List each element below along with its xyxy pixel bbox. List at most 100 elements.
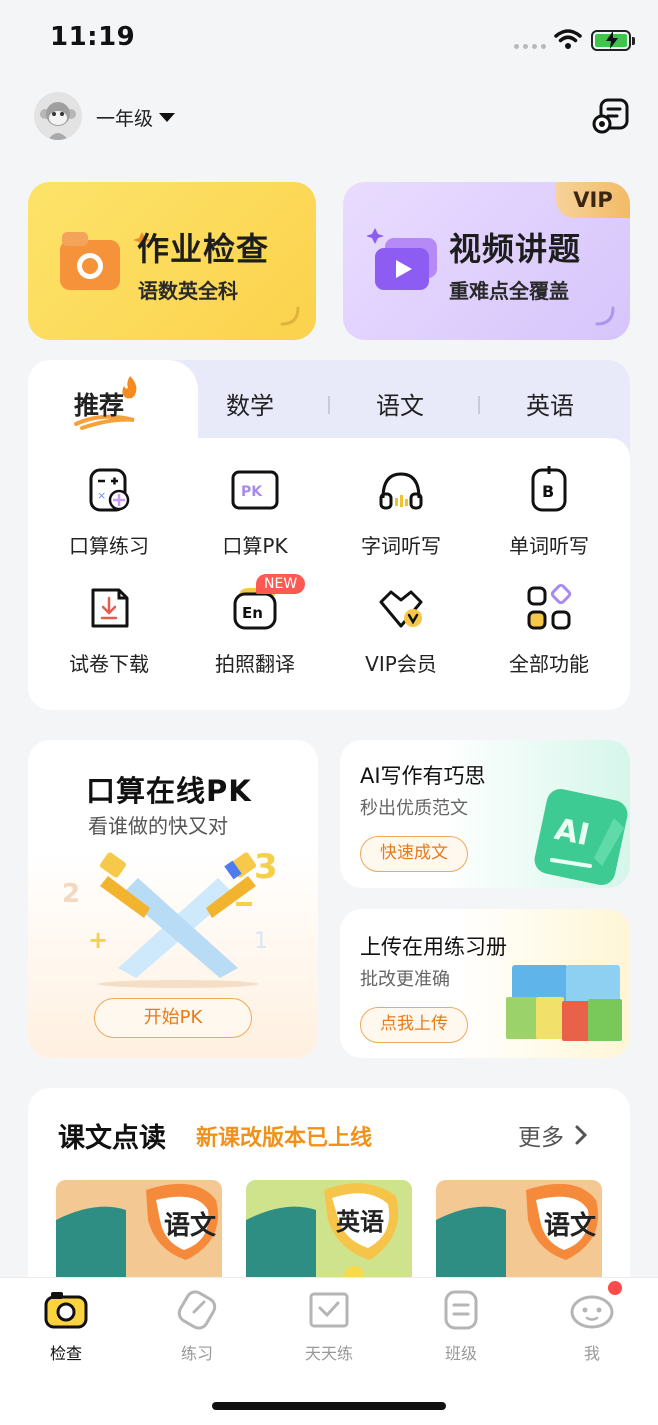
tab-recommend[interactable]: 推荐 xyxy=(74,386,124,422)
nav-class[interactable]: 班级 xyxy=(411,1290,511,1364)
corner-arc-icon xyxy=(595,306,615,326)
battery-icon xyxy=(591,30,631,51)
svg-text:英语: 英语 xyxy=(336,1207,384,1236)
textbook-cover-icon: 语文 xyxy=(56,1180,222,1290)
ai-art-text: AI xyxy=(551,812,592,853)
grid-item-photo-translate[interactable]: En 拍照翻译 xyxy=(180,582,330,677)
upload-card-subtitle: 批改更准确 xyxy=(360,969,450,990)
svg-text:En: En xyxy=(242,604,263,622)
upload-now-button[interactable]: 点我上传 xyxy=(360,1007,468,1043)
status-time: 11:19 xyxy=(50,22,136,52)
grid-item-label: 口算PK xyxy=(222,534,288,558)
tab-divider xyxy=(478,396,480,414)
grid-item-label: 拍照翻译 xyxy=(215,652,295,676)
vip-crown-icon xyxy=(379,590,423,628)
quick-write-button[interactable]: 快速成文 xyxy=(360,836,468,872)
nav-label: 检查 xyxy=(49,1344,82,1363)
grid-item-label: 字词听写 xyxy=(361,534,441,558)
corner-arc-icon xyxy=(280,306,300,326)
download-paper-icon xyxy=(91,588,129,628)
nav-practice[interactable]: 练习 xyxy=(147,1290,247,1364)
tab-chinese[interactable]: 语文 xyxy=(376,386,424,421)
battery-cap xyxy=(632,37,635,45)
class-list-icon xyxy=(444,1290,478,1330)
grid-item-mental-math[interactable]: × 口算练习 xyxy=(34,464,184,559)
vip-badge: VIP xyxy=(556,182,630,218)
pk-icon: PK xyxy=(231,470,279,510)
avatar[interactable] xyxy=(34,92,82,140)
notification-dot xyxy=(608,1281,622,1295)
ai-card-subtitle: 秒出优质范文 xyxy=(360,798,468,819)
tab-math[interactable]: 数学 xyxy=(226,386,274,421)
nav-label: 天天练 xyxy=(304,1344,353,1363)
svg-text:PK: PK xyxy=(241,484,263,500)
grid-item-english-dictation[interactable]: B 单词听写 xyxy=(474,464,624,559)
start-pk-button[interactable]: 开始PK xyxy=(94,998,252,1038)
grade-selector[interactable]: 一年级 xyxy=(96,104,176,131)
scan-records-icon[interactable] xyxy=(591,96,631,136)
ai-card-title: AI写作有巧思 xyxy=(360,764,486,788)
caret-down-icon xyxy=(159,113,176,122)
nav-label: 练习 xyxy=(180,1344,213,1363)
textbook-cover-icon: 英语 xyxy=(246,1180,412,1290)
video-explain-subtitle: 重难点全覆盖 xyxy=(449,279,569,303)
svg-text:语文: 语文 xyxy=(544,1210,597,1241)
upload-card-title: 上传在用练习册 xyxy=(360,935,507,959)
headphones-icon xyxy=(379,472,423,510)
video-explain-card[interactable]: VIP 视频讲题 重难点全覆盖 xyxy=(343,182,630,340)
practice-pen-icon xyxy=(177,1290,217,1330)
ai-writing-card[interactable]: AI写作有巧思 秒出优质范文 快速成文 AI xyxy=(340,740,630,888)
nav-label: 班级 xyxy=(444,1344,477,1363)
grid-item-all-features[interactable]: 全部功能 xyxy=(474,582,624,677)
workbook-stack-icon xyxy=(506,965,622,1041)
reading-more-link[interactable]: 更多 xyxy=(518,1118,588,1152)
mental-math-pk-card[interactable]: 口算在线PK 看谁做的快又对 2 3 + 1 开始PK xyxy=(28,740,318,1058)
pk-card-title: 口算在线PK xyxy=(86,774,252,808)
homework-check-card[interactable]: 作业检查 语数英全科 xyxy=(28,182,316,340)
video-play-icon xyxy=(367,228,437,290)
pk-card-subtitle: 看谁做的快又对 xyxy=(88,814,228,838)
reading-title: 课文点读 xyxy=(58,1123,166,1154)
nav-label: 我 xyxy=(583,1344,600,1363)
grid-item-label: VIP会员 xyxy=(365,652,437,676)
grid-item-vip-member[interactable]: VIP会员 xyxy=(326,582,476,677)
nav-me[interactable]: 我 xyxy=(542,1290,642,1364)
nav-check[interactable]: 检查 xyxy=(16,1290,116,1364)
tab-english[interactable]: 英语 xyxy=(526,386,574,421)
homework-check-title: 作业检查 xyxy=(137,230,270,268)
daily-check-icon xyxy=(309,1292,349,1328)
wifi-icon xyxy=(554,29,582,49)
svg-text:语文: 语文 xyxy=(164,1210,217,1241)
svg-text:+: + xyxy=(88,926,108,954)
svg-text:B: B xyxy=(542,482,554,501)
word-dictation-icon: B xyxy=(531,466,567,512)
signal-dots-icon xyxy=(514,44,546,49)
grid-item-label: 试卷下载 xyxy=(69,652,149,676)
svg-text:2: 2 xyxy=(62,879,80,909)
textbook-card[interactable]: 语文 xyxy=(56,1180,222,1290)
textbook-card[interactable]: 英语 xyxy=(246,1180,412,1290)
calculator-icon: × xyxy=(89,468,130,512)
svg-text:1: 1 xyxy=(254,929,268,954)
grid-item-label: 口算练习 xyxy=(69,534,149,558)
grid-item-label: 单词听写 xyxy=(509,534,589,558)
chevron-right-icon xyxy=(575,1125,588,1145)
textbook-card[interactable]: 语文 xyxy=(436,1180,602,1290)
grid-item-label: 全部功能 xyxy=(509,652,589,676)
reading-subtitle: 新课改版本已上线 xyxy=(196,1126,373,1151)
all-features-icon xyxy=(527,583,572,630)
grid-item-paper-download[interactable]: 试卷下载 xyxy=(34,582,184,677)
homework-check-subtitle: 语数英全科 xyxy=(138,279,238,303)
upload-workbook-card[interactable]: 上传在用练习册 批改更准确 点我上传 xyxy=(340,909,630,1058)
nav-daily-practice[interactable]: 天天练 xyxy=(279,1290,379,1364)
grid-item-word-dictation[interactable]: 字词听写 xyxy=(326,464,476,559)
textbook-cover-icon: 语文 xyxy=(436,1180,602,1290)
more-label: 更多 xyxy=(518,1125,564,1151)
monkey-avatar-icon xyxy=(34,92,82,140)
ai-pen-icon: AI xyxy=(534,789,628,885)
new-badge: NEW xyxy=(256,574,306,594)
home-indicator xyxy=(212,1402,446,1410)
grid-item-math-pk[interactable]: PK 口算PK xyxy=(180,464,330,559)
crossed-swords-icon: 2 3 + 1 xyxy=(62,847,278,988)
svg-text:3: 3 xyxy=(254,847,278,887)
